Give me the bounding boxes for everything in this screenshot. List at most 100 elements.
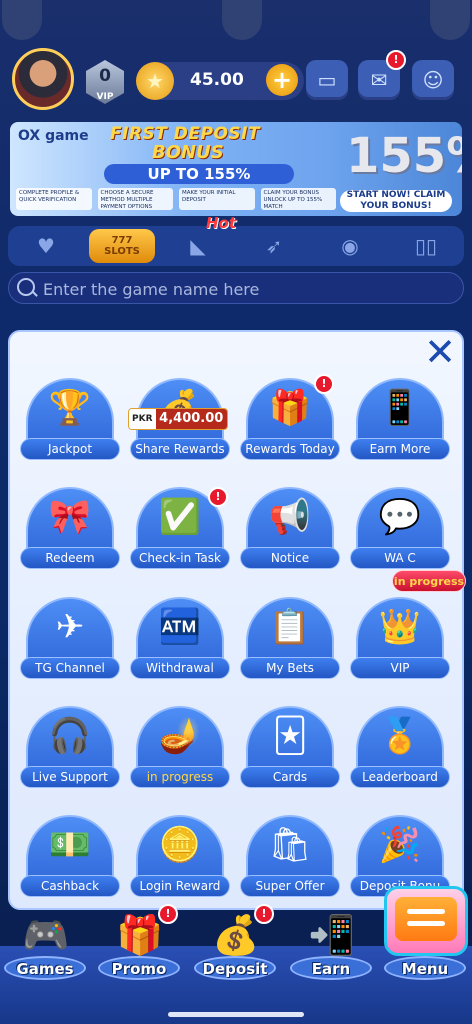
add-funds-button[interactable]: +: [266, 64, 298, 96]
menu-item-label: WA C: [350, 547, 450, 569]
nav-earn[interactable]: 📲 Earn: [286, 910, 376, 982]
search-bar[interactable]: [8, 272, 464, 304]
menu-item-label: Notice: [240, 547, 340, 569]
wallet-icon: ▭: [317, 68, 337, 92]
checkin-calendar-icon: ✅: [158, 497, 202, 537]
banner-step: COMPLETE PROFILE & QUICK VERIFICATION: [16, 188, 92, 210]
support-button[interactable]: ☺: [412, 60, 454, 100]
nav-label: Deposit: [202, 960, 268, 978]
menu-item-label: Super Offer: [240, 875, 340, 897]
nav-games[interactable]: 🎮 Games: [0, 910, 90, 982]
banner-logo: OX game: [18, 128, 89, 144]
tab-crash[interactable]: ➶: [236, 226, 312, 266]
stage-light: [2, 0, 42, 40]
cards-icon: ▯▯: [414, 234, 437, 258]
avatar[interactable]: [12, 48, 74, 110]
telegram-icon: ✈: [55, 607, 85, 647]
notification-badge: !: [254, 904, 274, 924]
tab-cards[interactable]: ▯▯: [388, 226, 464, 266]
nav-promo[interactable]: 🎁 ! Promo: [94, 904, 184, 982]
magic-lamp-icon: 🪔: [158, 716, 202, 756]
search-icon: [17, 278, 35, 296]
crown-icon: 👑: [378, 607, 422, 647]
amount-value: 4,400.00: [155, 409, 227, 429]
slots-pill: 777 SLOTS: [89, 229, 155, 263]
support-chat-icon: ☺: [422, 68, 444, 92]
banner-cta[interactable]: START NOW! CLAIM YOUR BONUS!: [340, 190, 452, 212]
menu-item-earn-more[interactable]: 📱 Earn More: [350, 370, 450, 470]
menu-item-login-reward[interactable]: 🪙 Login Reward: [130, 807, 230, 907]
menu-item-notice[interactable]: 📢 Notice: [240, 479, 340, 579]
menu-tv-icon[interactable]: [384, 886, 468, 956]
trophy-icon: 🏆: [48, 388, 92, 428]
menu-item-super-offer[interactable]: 🛍 Super Offer: [240, 807, 340, 907]
menu-item-label: Live Support: [20, 766, 120, 788]
stage-light: [430, 0, 470, 40]
tab-fishing[interactable]: ◣: [160, 226, 236, 266]
stage-light: [222, 0, 262, 40]
menu-item-label: Share Rewards: [130, 438, 230, 460]
search-input[interactable]: [41, 276, 445, 302]
menu-item-leaderboard[interactable]: 🏅 Leaderboard: [350, 698, 450, 798]
podium-icon: 🏅: [378, 716, 422, 756]
balance-display: ★ 45.00 +: [136, 62, 304, 100]
nav-label: Menu: [401, 960, 449, 978]
cashback-register-icon: 💵: [48, 825, 92, 865]
menu-item-label: Earn More: [350, 438, 450, 460]
menu-item-cashback[interactable]: 💵 Cashback: [20, 807, 120, 907]
bet-slip-icon: 📋: [268, 607, 312, 647]
mail-button[interactable]: ✉ !: [358, 50, 406, 100]
percent-gift-icon: 🎉: [378, 825, 422, 865]
banner-percent: 155%: [346, 128, 462, 184]
nav-label: Earn: [311, 960, 351, 978]
menu-item-withdrawal[interactable]: 🏧 Withdrawal: [130, 589, 230, 689]
code-gift-icon: 🎀: [48, 497, 92, 537]
tab-arcade[interactable]: ◉: [312, 226, 388, 266]
menu-item-cards[interactable]: 🃏 Cards: [240, 698, 340, 798]
balance-amount: 45.00: [190, 70, 244, 90]
menu-item-label: Jackpot: [20, 438, 120, 460]
gift-megaphone-icon: 🎁: [268, 388, 312, 428]
nav-label: Promo: [111, 960, 167, 978]
coin-icon: ★: [136, 62, 174, 100]
menu-item-label: Check-in Task: [130, 547, 230, 569]
wallet-button[interactable]: ▭: [306, 60, 348, 100]
menu-item-wa-channel[interactable]: 💬 WA C: [350, 479, 450, 579]
menu-item-check-in-task[interactable]: ✅ ! Check-in Task: [130, 479, 230, 579]
banner-title-line1: FIRST DEPOSIT: [110, 124, 261, 144]
menu-item-my-bets[interactable]: 📋 My Bets: [240, 589, 340, 689]
menu-item-vip[interactable]: 👑 VIP: [350, 589, 450, 689]
banner-step: CLAIM YOUR BONUS UNLOCK UP TO 155% MATCH: [260, 188, 336, 210]
menu-item-in-progress[interactable]: 🪔 in progress: [130, 698, 230, 798]
games-icon: 🎮: [22, 912, 70, 957]
first-deposit-banner[interactable]: OX game FIRST DEPOSIT BONUS UP TO 155% 1…: [10, 122, 462, 216]
login-reward-icon: 🪙: [158, 825, 202, 865]
top-header: 0 VIP ★ 45.00 + ▭ ✉ ! ☺: [8, 42, 464, 122]
notification-badge: !: [208, 487, 228, 507]
floating-in-progress-tag[interactable]: in progress: [392, 570, 466, 592]
menu-item-label: Rewards Today: [240, 438, 340, 460]
tab-favorites[interactable]: ♥: [8, 226, 84, 266]
menu-item-tg-channel[interactable]: ✈ TG Channel: [20, 589, 120, 689]
close-button[interactable]: ✕: [420, 332, 460, 372]
category-tabs: ♥ 777 SLOTS ◣ ➶ ◉ ▯▯: [8, 226, 464, 266]
menu-item-redeem[interactable]: 🎀 Redeem: [20, 479, 120, 579]
share-reward-amount: PKR 4,400.00: [128, 408, 228, 430]
menu-item-label: Cards: [240, 766, 340, 788]
hot-tag: Hot: [206, 214, 237, 232]
menu-item-share-rewards[interactable]: 💰 PKR 4,400.00 Share Rewards: [128, 370, 230, 470]
menu-item-live-support[interactable]: 🎧 Live Support: [20, 698, 120, 798]
menu-item-label: Login Reward: [130, 875, 230, 897]
vip-label: VIP: [96, 92, 114, 102]
whatsapp-icon: 💬: [378, 497, 422, 537]
card-icon: 🃏: [272, 716, 308, 756]
tab-slots[interactable]: 777 SLOTS: [84, 226, 160, 266]
support-agent-icon: 🎧: [48, 716, 92, 756]
menu-item-label: Redeem: [20, 547, 120, 569]
menu-item-rewards-today[interactable]: 🎁 ! Rewards Today: [240, 370, 340, 470]
nav-deposit[interactable]: 💰 ! Deposit: [190, 904, 280, 982]
banner-steps: COMPLETE PROFILE & QUICK VERIFICATION CH…: [16, 188, 336, 210]
atm-icon: 🏧: [158, 607, 202, 647]
menu-item-jackpot[interactable]: 🏆 Jackpot: [20, 370, 120, 470]
vip-badge[interactable]: 0 VIP: [86, 60, 124, 104]
